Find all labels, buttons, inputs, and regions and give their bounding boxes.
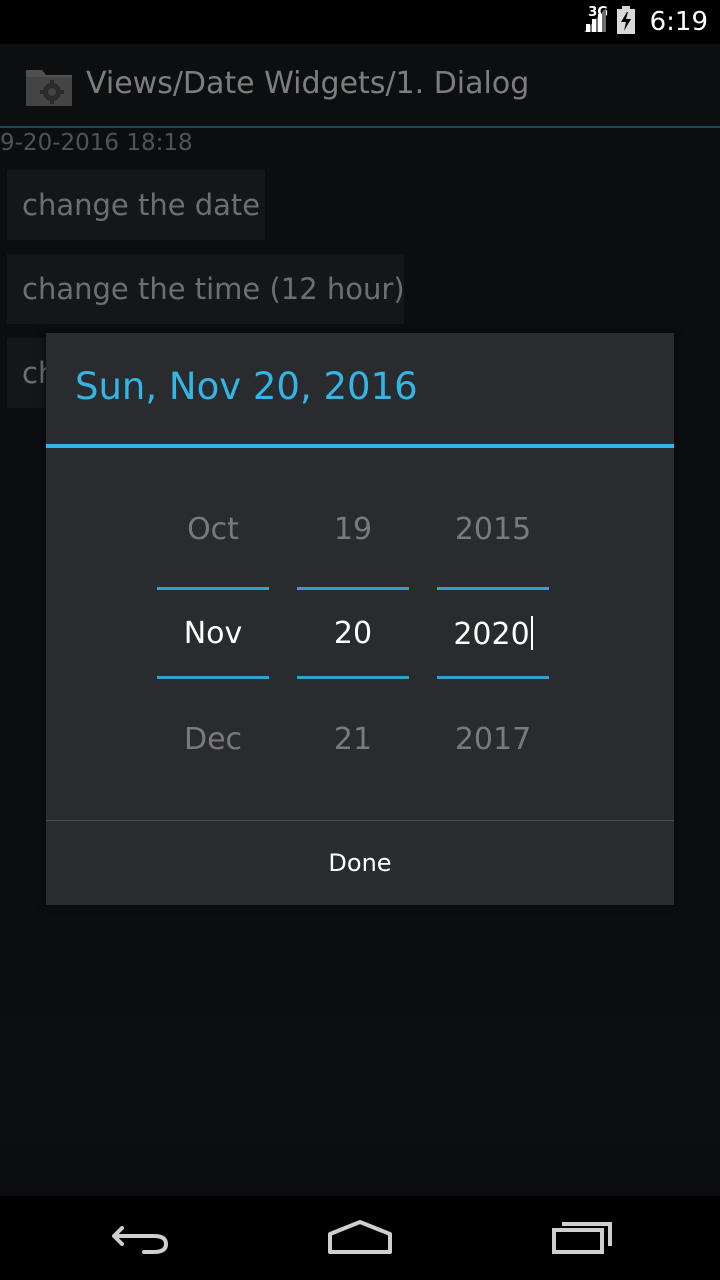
selection-divider [157,587,269,590]
year-next[interactable]: 2017 [437,722,549,757]
text-cursor [530,616,533,650]
selection-divider [437,676,549,679]
month-previous[interactable]: Oct [157,512,269,547]
year-current[interactable]: 2020 [453,617,529,652]
dialog-title: Sun, Nov 20, 2016 [75,365,418,408]
month-picker[interactable]: Oct Nov Dec [157,448,269,820]
year-previous[interactable]: 2015 [437,512,549,547]
day-next[interactable]: 21 [297,722,409,757]
day-previous[interactable]: 19 [297,512,409,547]
day-current[interactable]: 20 [297,616,409,651]
recents-icon[interactable] [546,1214,618,1262]
home-icon[interactable] [324,1214,396,1262]
selection-divider [437,587,549,590]
month-next[interactable]: Dec [157,722,269,757]
back-icon[interactable] [104,1214,176,1262]
battery-charging-icon [616,5,636,39]
signal-icon [582,6,608,38]
date-picker-dialog: Sun, Nov 20, 2016 Oct Nov Dec 19 20 21 2… [46,333,674,905]
month-current[interactable]: Nov [157,616,269,651]
day-picker[interactable]: 19 20 21 [297,448,409,820]
year-picker[interactable]: 2015 2020 2017 [437,448,549,820]
status-clock: 6:19 [649,7,708,37]
navigation-bar [0,1196,720,1280]
year-input[interactable]: 2020 [437,616,549,652]
done-button[interactable]: Done [46,821,674,905]
status-bar: 3G 6:19 [0,0,720,44]
selection-divider [157,676,269,679]
selection-divider [297,676,409,679]
selection-divider [297,587,409,590]
